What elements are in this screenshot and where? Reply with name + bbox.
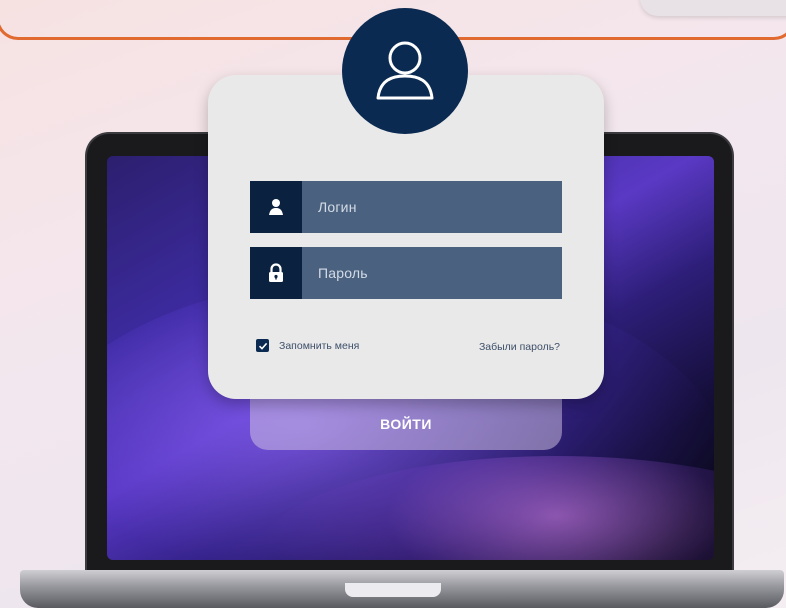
- lock-icon: [250, 247, 302, 299]
- top-right-tab: [640, 0, 786, 16]
- remember-checkbox[interactable]: [256, 339, 269, 352]
- username-field[interactable]: Логин: [250, 181, 562, 233]
- checkmark-icon: [258, 342, 267, 350]
- remember-me[interactable]: Запомнить меня: [256, 339, 359, 352]
- username-placeholder: Логин: [318, 199, 357, 215]
- password-placeholder: Пароль: [318, 265, 368, 281]
- forgot-password-link[interactable]: Забыли пароль?: [479, 341, 560, 353]
- laptop-notch: [345, 583, 441, 597]
- login-button[interactable]: ВОЙТИ: [250, 398, 562, 450]
- remember-label: Запомнить меня: [279, 339, 360, 352]
- password-field[interactable]: Пароль: [250, 247, 562, 299]
- user-avatar-icon: [342, 8, 468, 134]
- login-button-label: ВОЙТИ: [380, 416, 432, 432]
- user-icon: [250, 181, 302, 233]
